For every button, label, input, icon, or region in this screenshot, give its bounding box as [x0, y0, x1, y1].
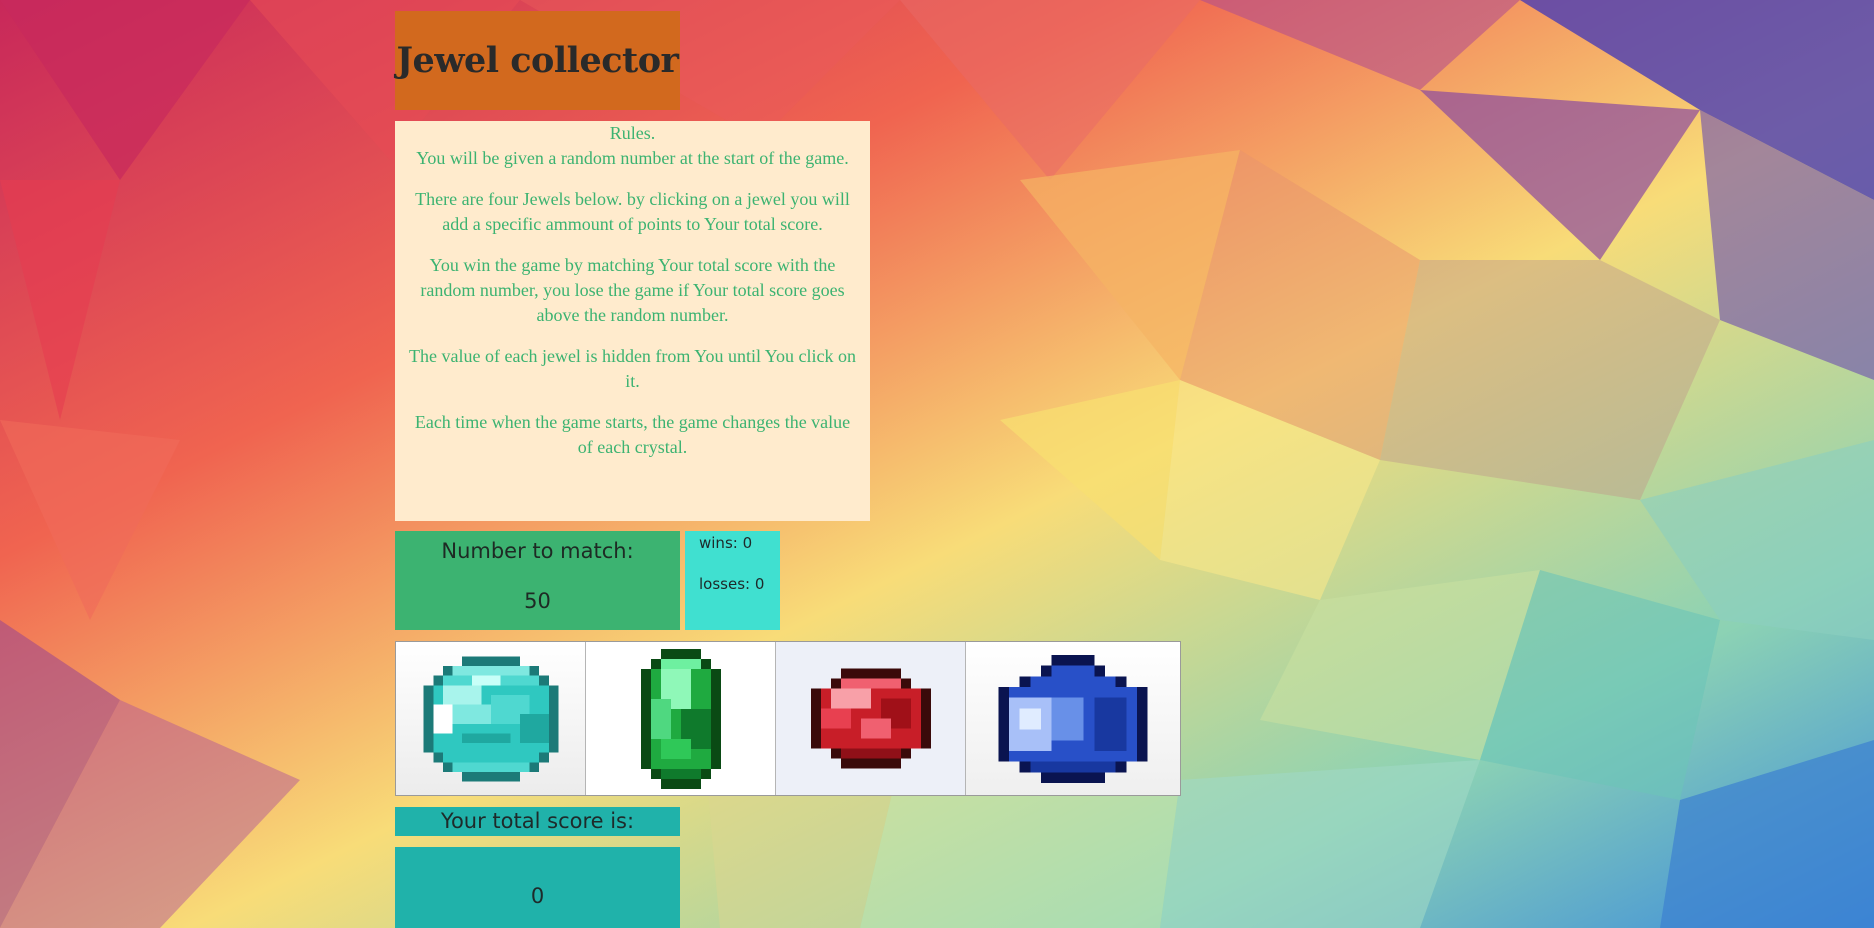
rules-paragraph: You win the game by matching Your total …	[420, 255, 845, 325]
rules-paragraph: You will be given a random number at the…	[416, 148, 849, 168]
rules-heading: Rules.	[609, 123, 656, 143]
diamond-jewel-button[interactable]	[396, 642, 586, 795]
jewel-row	[395, 641, 1181, 796]
page-title: Jewel collector	[396, 40, 680, 81]
losses-counter: losses: 0	[699, 575, 765, 593]
rules-panel: Rules. You will be given a random number…	[395, 121, 870, 521]
rules-paragraph: There are four Jewels below. by clicking…	[415, 189, 850, 234]
diamond-jewel-icon	[423, 655, 558, 782]
stats-panel: wins: 0 losses: 0	[685, 531, 780, 630]
total-score-value: 0	[530, 884, 545, 908]
ruby-jewel-button[interactable]	[776, 642, 966, 795]
number-to-match-value: 50	[524, 589, 551, 613]
rules-paragraph: Each time when the game starts, the game…	[414, 412, 851, 457]
title-banner: Jewel collector	[395, 11, 680, 110]
rules-paragraph: The value of each jewel is hidden from Y…	[409, 346, 856, 391]
wins-counter: wins: 0	[699, 534, 753, 552]
emerald-jewel-button[interactable]	[586, 642, 776, 795]
emerald-jewel-icon	[640, 648, 721, 789]
total-score-label: Your total score is:	[395, 807, 680, 836]
number-to-match-label: Number to match:	[441, 539, 634, 563]
number-to-match-panel: Number to match: 50	[395, 531, 680, 630]
total-score-panel: 0	[395, 847, 680, 928]
ruby-jewel-icon	[810, 668, 931, 769]
sapphire-jewel-button[interactable]	[966, 642, 1180, 795]
sapphire-jewel-icon	[998, 654, 1148, 783]
